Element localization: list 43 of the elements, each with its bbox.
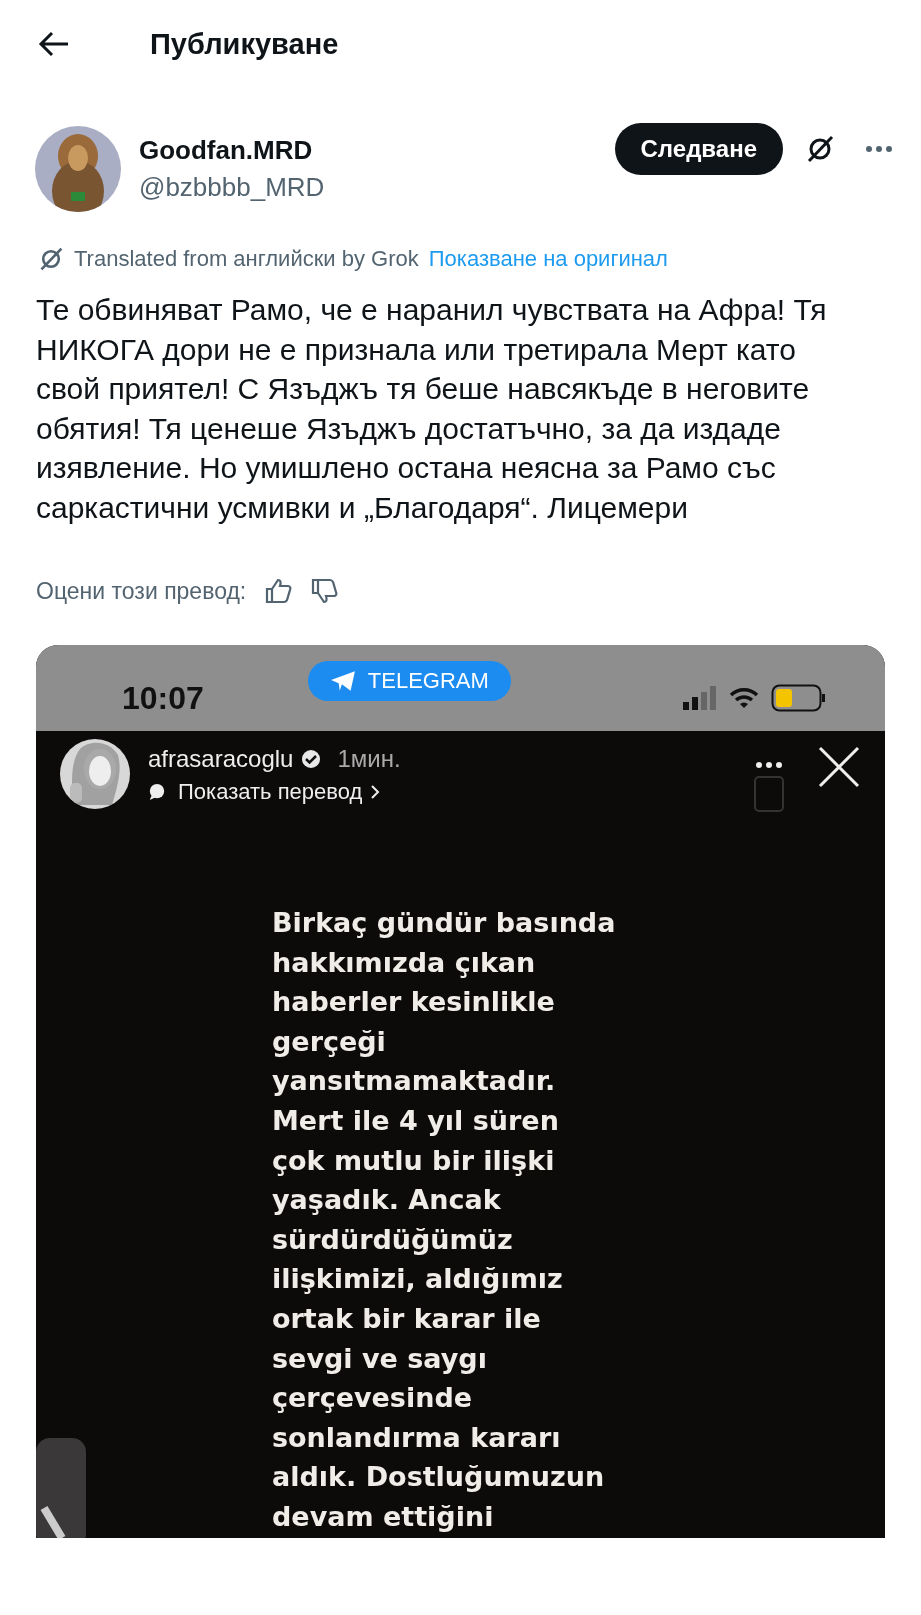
verified-icon (301, 749, 322, 769)
story-text-line: çerçevesinde (272, 1381, 474, 1416)
thumbs-up-icon[interactable] (264, 577, 293, 605)
thumbs-down-icon[interactable] (310, 577, 339, 605)
story-age: 1мин. (337, 745, 401, 773)
wifi-icon (729, 687, 759, 709)
chevron-right-icon (370, 784, 381, 800)
story-text-line: Birkaç gündür basında (272, 906, 617, 940)
post-text: Те обвиняват Рамо, че е наранил чувствата на Афра! Тя НИКОГА дори не е признала или третирала Мерт като свой приятел! С Язъджъ тя беше навсякъде в неговите обятия! Тя ценеше Язъджъ достатъчно, за да издаде изявление. Но умишлено остана неясна за Рамо със саркастични усмивки и „Благодаря“. Лицемери (36, 292, 828, 526)
story-text-line: devam ettiğini (272, 1499, 495, 1534)
translation-note: Translated from английски by Grok (74, 246, 419, 272)
grok-icon (38, 246, 64, 272)
story-text-line: haberler kesinlikle (272, 985, 556, 1020)
author-handle[interactable]: @bzbbbb_MRD (139, 172, 615, 203)
story-text-line: çok mutlu bir ilişki (272, 1143, 556, 1178)
story-text-line: ortak bir karar ile (272, 1301, 542, 1336)
paper-plane-icon (329, 670, 356, 692)
story-text-line: gerçeği (272, 1024, 387, 1059)
rate-label: Оцени този превод: (36, 577, 247, 605)
story-username: afrasaracoglu (148, 745, 294, 773)
more-icon[interactable] (865, 145, 893, 153)
story-text-line: sürdürdüğümüz (272, 1222, 514, 1257)
close-icon[interactable] (817, 745, 861, 789)
page-title: Публикуване (150, 27, 339, 61)
speech-bubble-icon (148, 783, 166, 801)
battery-icon (771, 684, 827, 712)
story-text-line: hakkımızda çıkan (272, 945, 537, 980)
story-text-line: ilişkimizi, aldığımız (272, 1262, 564, 1297)
telegram-pill: TELEGRAM (307, 661, 511, 701)
grok-icon[interactable] (805, 134, 835, 164)
author-name[interactable]: Goodfan.MRD (139, 135, 615, 166)
signal-icon (683, 686, 717, 710)
clock-time: 10:07 (122, 679, 204, 717)
show-translation-link[interactable]: Показать перевод (178, 779, 363, 805)
back-arrow-icon[interactable] (38, 30, 70, 58)
story-text-line: aldık. Dostluğumuzun (272, 1460, 606, 1495)
story-text-line: Mert ile 4 yıl süren (272, 1103, 560, 1138)
story-screenshot[interactable] (36, 645, 885, 1538)
follow-button[interactable]: Следване (614, 123, 783, 175)
story-text-line: sonlandırma kararı (272, 1420, 562, 1455)
story-text-line: yansıtmamaktadır. (272, 1064, 557, 1099)
story-text-line: yaşadık. Ancak (272, 1183, 502, 1218)
story-text-line: sevgi ve saygı (272, 1341, 488, 1376)
